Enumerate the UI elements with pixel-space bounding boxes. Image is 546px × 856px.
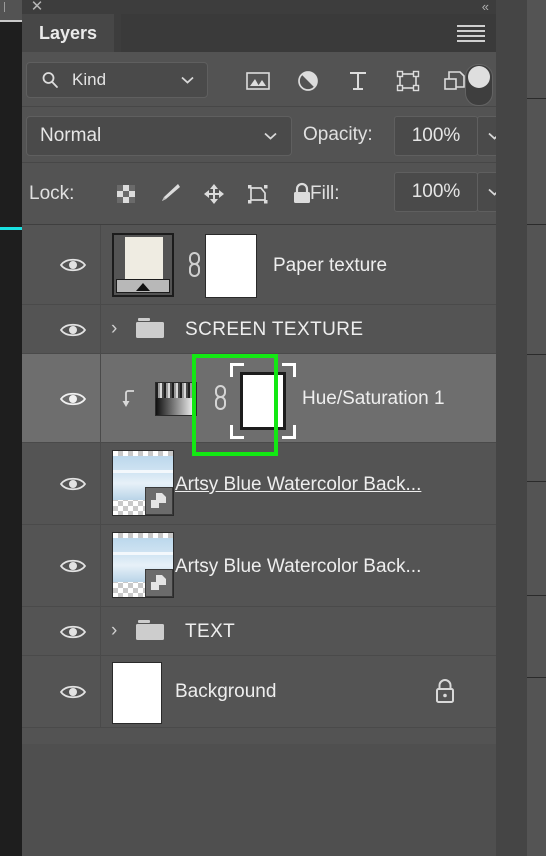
folder-icon (134, 316, 168, 342)
layer-list: Paper texture › SCREEN TEXTURE Hue/Satur… (22, 224, 496, 745)
layer-name[interactable]: Background (175, 681, 276, 703)
clipping-mask-arrow-icon (120, 388, 140, 410)
document-left-gutter (0, 0, 22, 856)
photoshop-layers-panel-screenshot: ✕ « Layers Kind Normal Opacity: 100% Loc… (0, 0, 546, 856)
layer-visibility-eye-icon[interactable] (53, 619, 93, 645)
smart-object-badge-icon (145, 487, 173, 515)
table-row[interactable]: Background (22, 656, 496, 728)
layer-name[interactable]: SCREEN TEXTURE (185, 319, 363, 341)
smart-object-badge-icon (145, 569, 173, 597)
panel-titlebar: ✕ « (22, 0, 496, 15)
layer-name[interactable]: Hue/Saturation 1 (302, 388, 445, 410)
paper-texture-preview (125, 237, 163, 281)
layer-name[interactable]: Artsy Blue Watercolor Back... (175, 474, 421, 496)
table-row[interactable]: Artsy Blue Watercolor Back... (22, 443, 496, 525)
search-icon (41, 71, 59, 89)
filter-kind-select[interactable]: Kind (26, 62, 208, 98)
layer-mask-thumbnail[interactable] (240, 372, 286, 430)
folder-icon (134, 618, 168, 644)
layer-visibility-eye-icon[interactable] (53, 252, 93, 278)
chevron-down-icon[interactable] (181, 76, 194, 84)
filter-adjustment-layers[interactable] (294, 69, 322, 93)
blend-mode-value: Normal (40, 125, 102, 146)
ruler-tick (4, 2, 5, 12)
mask-selected-corner-icon (282, 363, 296, 377)
panel-dock-gutter (496, 0, 527, 856)
layer-thumbnail[interactable] (112, 233, 174, 297)
table-row[interactable]: Artsy Blue Watercolor Back... (22, 525, 496, 607)
layer-list-empty-area[interactable] (22, 744, 496, 856)
group-expand-chevron-icon[interactable]: › (111, 318, 117, 340)
mask-selected-corner-icon (230, 425, 244, 439)
lock-position-icon[interactable] (201, 182, 227, 206)
layer-mask-thumbnail[interactable] (205, 234, 257, 298)
layer-visibility-eye-icon[interactable] (53, 386, 93, 412)
layer-visibility-eye-icon[interactable] (53, 553, 93, 579)
toggle-knob (468, 66, 490, 88)
mask-link-icon[interactable] (211, 383, 229, 413)
layer-thumbnail[interactable] (112, 662, 162, 724)
mask-selected-corner-icon (230, 363, 244, 377)
lock-artboard-nesting-icon[interactable] (245, 182, 271, 206)
ruler-line (0, 20, 22, 22)
table-row[interactable]: Paper texture (22, 225, 496, 305)
saturation-gradient (156, 398, 196, 415)
lock-transparent-pixels-icon[interactable] (113, 182, 139, 206)
chevron-down-icon[interactable] (264, 132, 277, 140)
layer-visibility-eye-icon[interactable] (53, 471, 93, 497)
opacity-value: 100% (411, 125, 461, 146)
fill-label: Fill: (310, 183, 340, 204)
filter-shape-layers[interactable] (394, 69, 422, 93)
layer-name[interactable]: TEXT (185, 621, 235, 643)
filter-kind-label: Kind (72, 70, 107, 89)
blend-mode-select[interactable]: Normal (26, 116, 292, 156)
layer-filter-row: Kind (22, 52, 496, 106)
tab-layers[interactable]: Layers (22, 14, 115, 52)
opacity-label: Opacity: (303, 124, 373, 145)
filter-type-layers[interactable] (344, 69, 372, 93)
table-row[interactable]: Hue/Saturation 1 (22, 354, 496, 443)
thumbnail-slider (116, 279, 170, 293)
table-row[interactable]: › SCREEN TEXTURE (22, 305, 496, 354)
opacity-input[interactable]: 100% (394, 116, 478, 156)
filter-enable-toggle[interactable] (465, 64, 493, 106)
tabbar-empty-area (121, 14, 496, 52)
adjacent-panel-strip (527, 0, 546, 856)
layer-name[interactable]: Artsy Blue Watercolor Back... (175, 556, 421, 578)
group-expand-chevron-icon[interactable]: › (111, 620, 117, 642)
canvas-smart-guide (0, 227, 22, 230)
lock-label: Lock: (29, 183, 75, 204)
layer-visibility-eye-icon[interactable] (53, 317, 93, 343)
layer-locked-padlock-icon (433, 678, 457, 706)
adjustment-layer-thumbnail[interactable] (155, 382, 197, 416)
mask-link-icon[interactable] (185, 250, 203, 280)
layer-thumbnail[interactable] (112, 532, 174, 598)
mask-selected-corner-icon (282, 425, 296, 439)
fill-value: 100% (411, 181, 461, 202)
lock-image-pixels-icon[interactable] (157, 182, 183, 206)
layer-thumbnail[interactable] (112, 450, 174, 516)
table-row[interactable]: › TEXT (22, 607, 496, 656)
hue-strip (156, 383, 196, 398)
filter-pixel-layers[interactable] (244, 69, 272, 93)
triangle-marker-icon (136, 283, 150, 291)
panel-menu-icon[interactable] (457, 25, 485, 42)
layer-visibility-eye-icon[interactable] (53, 679, 93, 705)
layers-panel: ✕ « Layers Kind Normal Opacity: 100% Loc… (22, 0, 513, 856)
fill-input[interactable]: 100% (394, 172, 478, 212)
panel-tabbar: Layers (22, 14, 496, 52)
blend-mode-row: Normal Opacity: 100% (22, 106, 513, 163)
lock-row: Lock: Fill: 100% (22, 162, 513, 225)
layer-name[interactable]: Paper texture (273, 255, 387, 277)
